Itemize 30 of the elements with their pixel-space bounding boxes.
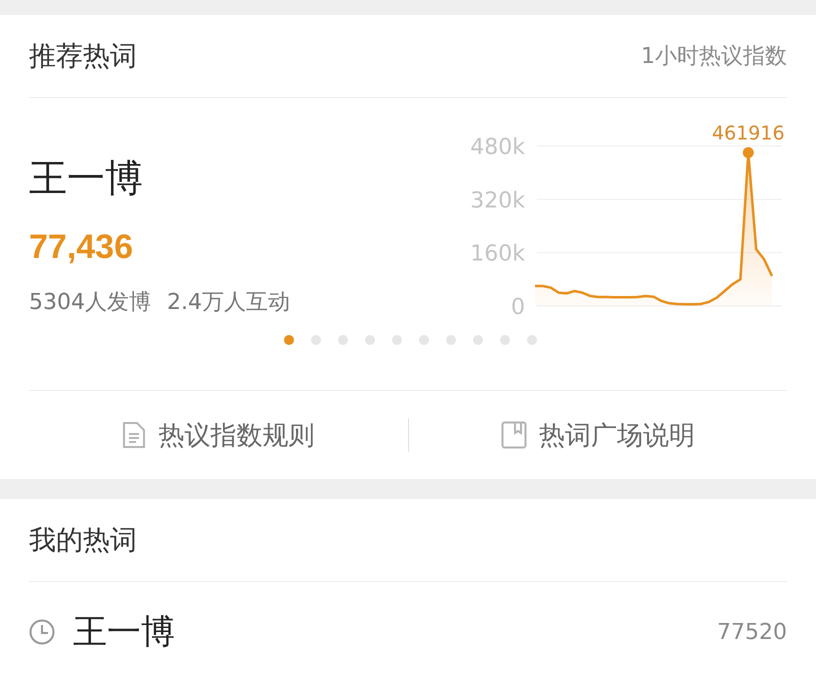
section-subtitle: 1小时热议指数 xyxy=(641,43,787,71)
axis-label: 480k xyxy=(470,135,525,160)
page-dot[interactable] xyxy=(311,335,321,345)
clock-icon xyxy=(29,619,55,645)
page-dot[interactable] xyxy=(527,335,537,345)
page-dot[interactable] xyxy=(500,335,510,345)
bookmark-icon xyxy=(500,421,527,449)
interaction-count: 2.4万人互动 xyxy=(167,289,290,317)
topic-index: 77,436 xyxy=(29,228,134,267)
axis-label: 160k xyxy=(470,242,525,267)
hot-word-name[interactable]: 王一博 xyxy=(73,609,699,655)
page-dot[interactable] xyxy=(446,335,456,345)
topic-name: 王一博 xyxy=(29,155,144,202)
page-dot[interactable] xyxy=(365,335,375,345)
axis-label: 320k xyxy=(470,188,525,214)
page-dot[interactable] xyxy=(284,335,294,345)
page-dot[interactable] xyxy=(338,335,348,345)
info-link[interactable]: 热议指数规则 xyxy=(29,418,408,452)
section-title: 推荐热词 xyxy=(29,40,137,74)
post-count: 5304人发博 xyxy=(29,289,151,317)
peak-label: 461916 xyxy=(712,122,785,145)
axis-label: 0 xyxy=(511,295,525,320)
page-dot[interactable] xyxy=(392,335,402,345)
hot-word-index: 77520 xyxy=(717,620,787,644)
document-icon xyxy=(122,421,146,449)
info-link[interactable]: 热词广场说明 xyxy=(408,418,787,452)
page-dot[interactable] xyxy=(473,335,483,345)
peak-marker xyxy=(742,147,754,158)
page-dot[interactable] xyxy=(419,335,429,345)
section-title: 我的热词 xyxy=(29,524,137,558)
